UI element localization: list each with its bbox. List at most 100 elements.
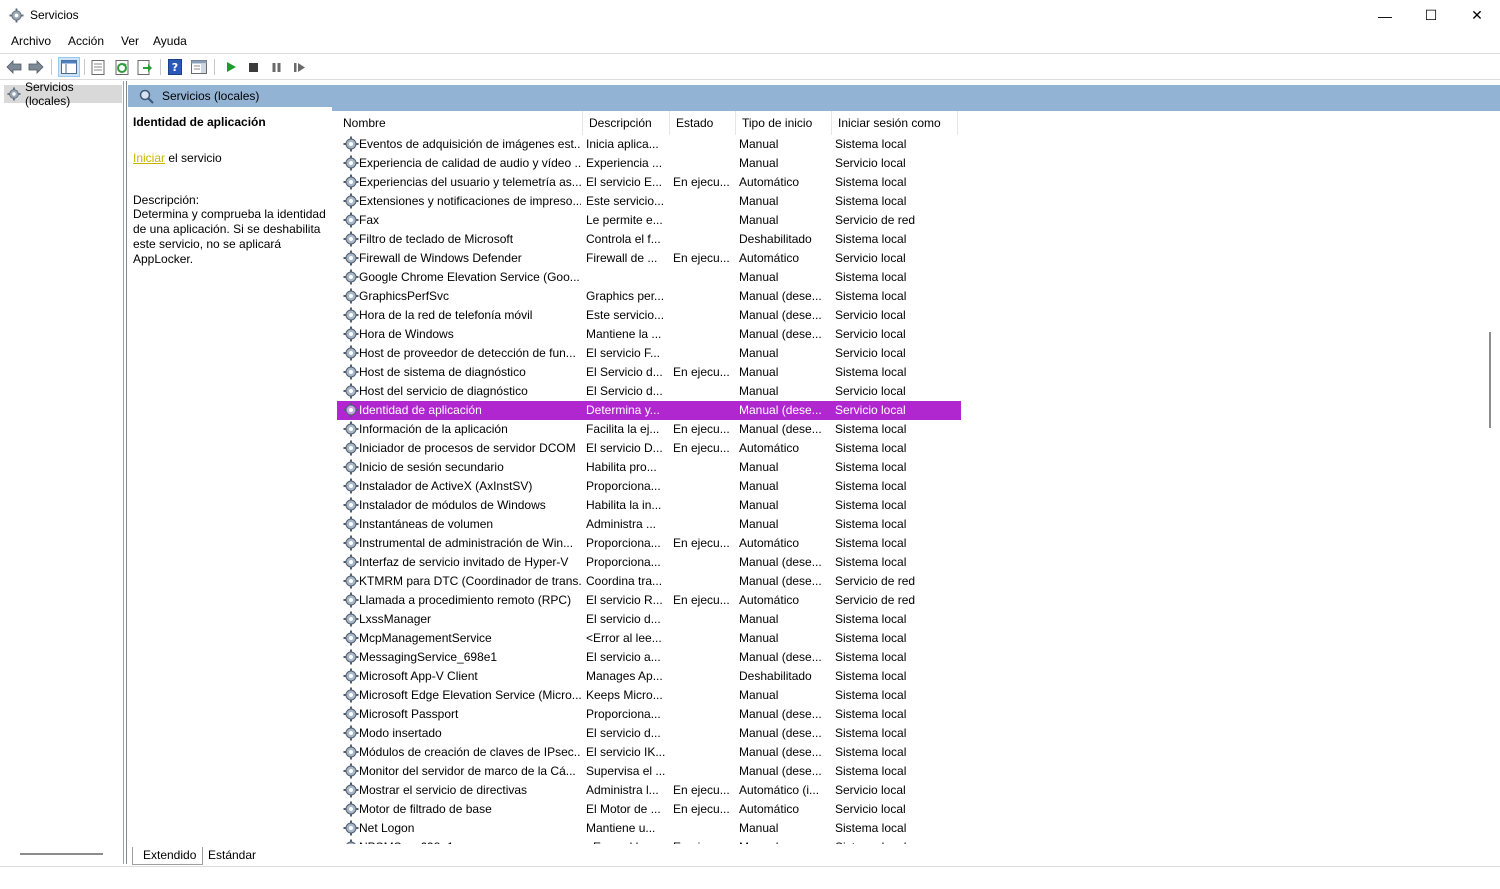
service-startup-type: Deshabilitado [739,232,812,246]
table-row[interactable]: Monitor del servidor de marco de la Cá..… [337,762,961,781]
table-row[interactable]: McpManagementService <Error al lee... Manu… [337,629,961,648]
column-header-logon[interactable]: Iniciar sesión como [832,111,958,135]
table-row[interactable]: Fax Le permite e... Manual Servicio de red [337,211,961,230]
table-row[interactable]: Host del servicio de diagnóstico El Servi… [337,382,961,401]
service-status [673,629,733,648]
column-header-startup[interactable]: Tipo de inicio [736,111,832,135]
table-row[interactable]: Net Logon Mantiene u... Manual Sistema loca… [337,819,961,838]
table-row[interactable]: Iniciador de procesos de servidor DCOM El… [337,439,961,458]
forward-button[interactable] [27,58,45,76]
menu-archivo[interactable]: Archivo [11,34,51,48]
show-action-pane-icon [191,60,207,74]
table-row[interactable]: Instrumental de administración de Win...… [337,534,961,553]
table-row[interactable]: Mostrar el servicio de directivas Adminis… [337,781,961,800]
column-header-description[interactable]: Descripción [583,111,670,135]
table-row[interactable]: Motor de filtrado de base El Motor de ...… [337,800,961,819]
maximize-button[interactable]: ☐ [1408,0,1454,31]
pause-service-button[interactable] [267,58,285,76]
service-logon-as: Sistema local [835,194,907,208]
table-row[interactable]: Google Chrome Elevation Service (Goo... M… [337,268,961,287]
service-logon-as: Servicio local [835,327,906,341]
service-description: El Motor de ... [586,802,661,816]
service-status [673,477,733,496]
table-row[interactable]: Filtro de teclado de Microsoft Controla e… [337,230,961,249]
service-startup-type: Manual [739,270,779,284]
table-row[interactable]: Llamada a procedimiento remoto (RPC) El s… [337,591,961,610]
export-list-icon [137,59,152,75]
service-gear-icon [343,288,359,304]
service-status [673,230,733,249]
service-startup-type: Manual [739,365,779,379]
table-row[interactable]: LxssManager El servicio d... Manual Sistema… [337,610,961,629]
table-row[interactable]: Instalador de ActiveX (AxInstSV) Proporci… [337,477,961,496]
column-header-status[interactable]: Estado [670,111,736,135]
stop-service-button[interactable] [244,58,262,76]
service-description: Keeps Micro... [586,688,663,702]
column-header-name[interactable]: Nombre ^ [337,111,583,135]
table-row[interactable]: Microsoft App-V Client Manages Ap... Desha… [337,667,961,686]
service-status [673,135,733,154]
service-gear-icon [343,326,359,342]
service-logon-as: Servicio local [835,384,906,398]
table-row[interactable]: Extensiones y notificaciones de impreso.… [337,192,961,211]
table-row[interactable]: Firewall de Windows Defender Firewall de … [337,249,961,268]
close-button[interactable]: ✕ [1454,0,1500,31]
table-row[interactable]: Host de proveedor de detección de fun...… [337,344,961,363]
tab-extendido[interactable]: Extendido [132,847,204,865]
list-vertical-scrollbar[interactable] [1489,332,1491,428]
properties-button[interactable] [89,58,107,76]
export-list-button[interactable] [136,58,154,76]
table-row[interactable]: Modo insertado El servicio d... Manual (de… [337,724,961,743]
service-description: Determina y... [586,403,660,417]
service-gear-icon [343,136,359,152]
minimize-button[interactable]: — [1362,0,1408,31]
service-status: En ejecu... [673,593,730,607]
table-row[interactable]: Experiencias del usuario y telemetría as… [337,173,961,192]
refresh-button[interactable] [113,58,131,76]
service-logon-as: Sistema local [835,422,907,436]
service-description: Inicia aplica... [586,137,659,151]
service-description: Experiencia ... [586,156,663,170]
table-row[interactable]: Módulos de creación de claves de IPsec..… [337,743,961,762]
table-row[interactable]: Eventos de adquisición de imágenes est..… [337,135,961,154]
table-row[interactable]: Información de la aplicación Facilita la … [337,420,961,439]
table-row[interactable]: Inicio de sesión secundario Habilita pro.… [337,458,961,477]
restart-service-button[interactable] [290,58,308,76]
table-row[interactable]: KTMRM para DTC (Coordinador de trans... C… [337,572,961,591]
table-row[interactable]: Microsoft Edge Elevation Service (Micro.… [337,686,961,705]
menu-ver[interactable]: Ver [121,34,139,48]
table-row[interactable]: Experiencia de calidad de audio y vídeo … [337,154,961,173]
start-service-button[interactable] [222,58,240,76]
service-name: Inicio de sesión secundario [359,460,504,474]
table-row[interactable]: MessagingService_698e1 El servicio a... Ma… [337,648,961,667]
start-service-link[interactable]: Iniciar [133,151,165,165]
table-row[interactable]: Hora de la red de telefonía móvil Este se… [337,306,961,325]
service-logon-as: Sistema local [835,650,907,664]
service-name: Instrumental de administración de Win... [359,536,574,550]
help-button[interactable]: ? [166,58,184,76]
service-description: Proporciona... [586,536,661,550]
service-description: Mantiene u... [586,821,656,835]
menu-accion[interactable]: Acción [68,34,104,48]
action-pane-button[interactable] [190,58,208,76]
service-description: El servicio D... [586,441,663,455]
table-row[interactable]: Host de sistema de diagnóstico El Servici… [337,363,961,382]
service-name: Host de proveedor de detección de fun... [359,346,576,360]
tree-horizontal-scrollbar[interactable] [20,853,103,855]
console-tree-button[interactable] [58,57,80,77]
service-logon-as: Servicio de red [835,574,916,588]
service-logon-as: Sistema local [835,726,907,740]
table-row[interactable]: Instalador de módulos de Windows Habilita… [337,496,961,515]
table-row[interactable]: Interfaz de servicio invitado de Hyper-V… [337,553,961,572]
table-row[interactable]: Microsoft Passport Proporciona... Manual (… [337,705,961,724]
back-button[interactable] [5,58,23,76]
menu-ayuda[interactable]: Ayuda [153,34,187,48]
table-row[interactable]: Hora de Windows Mantiene la ... Manual (de… [337,325,961,344]
table-row[interactable]: Instantáneas de volumen Administra ... Man… [337,515,961,534]
table-row[interactable]: GraphicsPerfSvc Graphics per... Manual (de… [337,287,961,306]
service-gear-icon [343,440,359,456]
table-row[interactable]: NPSMSvc_698e1 <Error al lee... En ejecu...… [337,838,961,844]
tree-item-servicios-locales[interactable]: Servicios (locales) [4,80,122,108]
table-row-selected[interactable]: Identidad de aplicación Determina y... Man… [337,401,961,420]
tab-estandar[interactable]: Estándar [198,847,262,865]
